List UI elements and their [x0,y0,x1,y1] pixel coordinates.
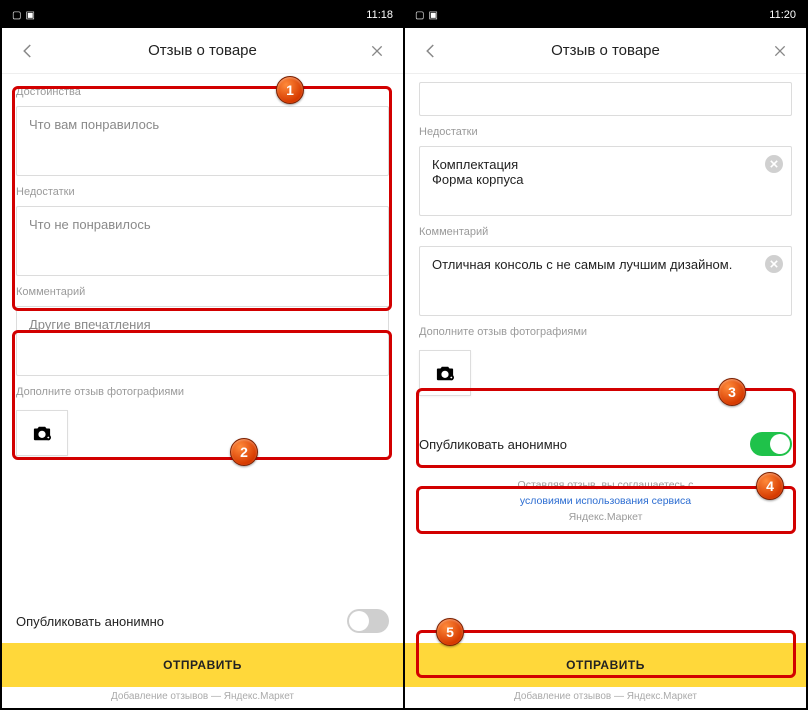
pros-label: Достоинства [16,86,389,98]
content-left: Достоинства Что вам понравилось Недостат… [2,74,403,643]
camera-icon [31,424,53,442]
app-bar: Отзыв о товаре [405,28,806,74]
page-title: Отзыв о товаре [42,42,363,59]
anonymous-label: Опубликовать анонимно [16,614,164,629]
app-bar: Отзыв о товаре [2,28,403,74]
comment-label: Комментарий [419,226,792,238]
anonymous-toggle-row: Опубликовать анонимно [419,422,792,466]
clear-comment-button[interactable] [765,255,783,273]
close-icon [770,260,778,268]
anonymous-toggle-row: Опубликовать анонимно [16,599,389,643]
submit-button[interactable]: ОТПРАВИТЬ [405,643,806,687]
comment-text: Отличная консоль с не самым лучшим дизай… [432,257,732,272]
close-button[interactable] [363,37,391,65]
anonymous-toggle[interactable] [347,609,389,633]
anonymous-toggle[interactable] [750,432,792,456]
footer-caption: Добавление отзывов — Яндекс.Маркет [2,687,403,708]
cons-input[interactable]: Что не понравилось [16,206,389,276]
content-right: Недостатки Комплектация Форма корпуса Ко… [405,74,806,643]
status-time: 11:20 [769,9,796,21]
page-title: Отзыв о товаре [445,42,766,59]
status-icons-left: ▢▣ [12,10,35,21]
status-bar: ▢▣ 11:20 [405,2,806,28]
comment-label: Комментарий [16,286,389,298]
clear-cons-button[interactable] [765,155,783,173]
footer-caption: Добавление отзывов — Яндекс.Маркет [405,687,806,708]
comment-input[interactable]: Другие впечатления [16,306,389,376]
cons-input-filled[interactable]: Комплектация Форма корпуса [419,146,792,216]
legal-line2: Яндекс.Маркет [569,511,643,523]
status-bar: ▢▣ 11:18 [2,2,403,28]
terms-link[interactable]: условиями использования сервиса [520,495,691,507]
phone-frame-right: ▢▣ 11:20 Отзыв о товаре Недостатки Компл… [404,0,808,710]
legal-text: Оставляя отзыв, вы соглашаетесь с услови… [419,478,792,525]
cons-label: Недостатки [419,126,792,138]
anonymous-label: Опубликовать анонимно [419,437,567,452]
close-icon [770,160,778,168]
photo-label: Дополните отзыв фотографиями [16,386,389,398]
back-button[interactable] [417,37,445,65]
submit-button[interactable]: ОТПРАВИТЬ [2,643,403,687]
pros-input[interactable]: Что вам понравилось [16,106,389,176]
back-button[interactable] [14,37,42,65]
status-icons-left: ▢▣ [415,10,438,21]
pros-input-filled[interactable] [419,82,792,116]
phone-frame-left: ▢▣ 11:18 Отзыв о товаре Достоинства Что … [0,0,404,710]
cons-label: Недостатки [16,186,389,198]
legal-line1: Оставляя отзыв, вы соглашаетесь с [518,479,694,491]
add-photo-button[interactable] [16,410,68,456]
photo-label: Дополните отзыв фотографиями [419,326,792,338]
close-button[interactable] [766,37,794,65]
camera-icon [434,364,456,382]
add-photo-button[interactable] [419,350,471,396]
status-time: 11:18 [366,9,393,21]
comment-input-filled[interactable]: Отличная консоль с не самым лучшим дизай… [419,246,792,316]
cons-text: Комплектация Форма корпуса [432,157,524,187]
